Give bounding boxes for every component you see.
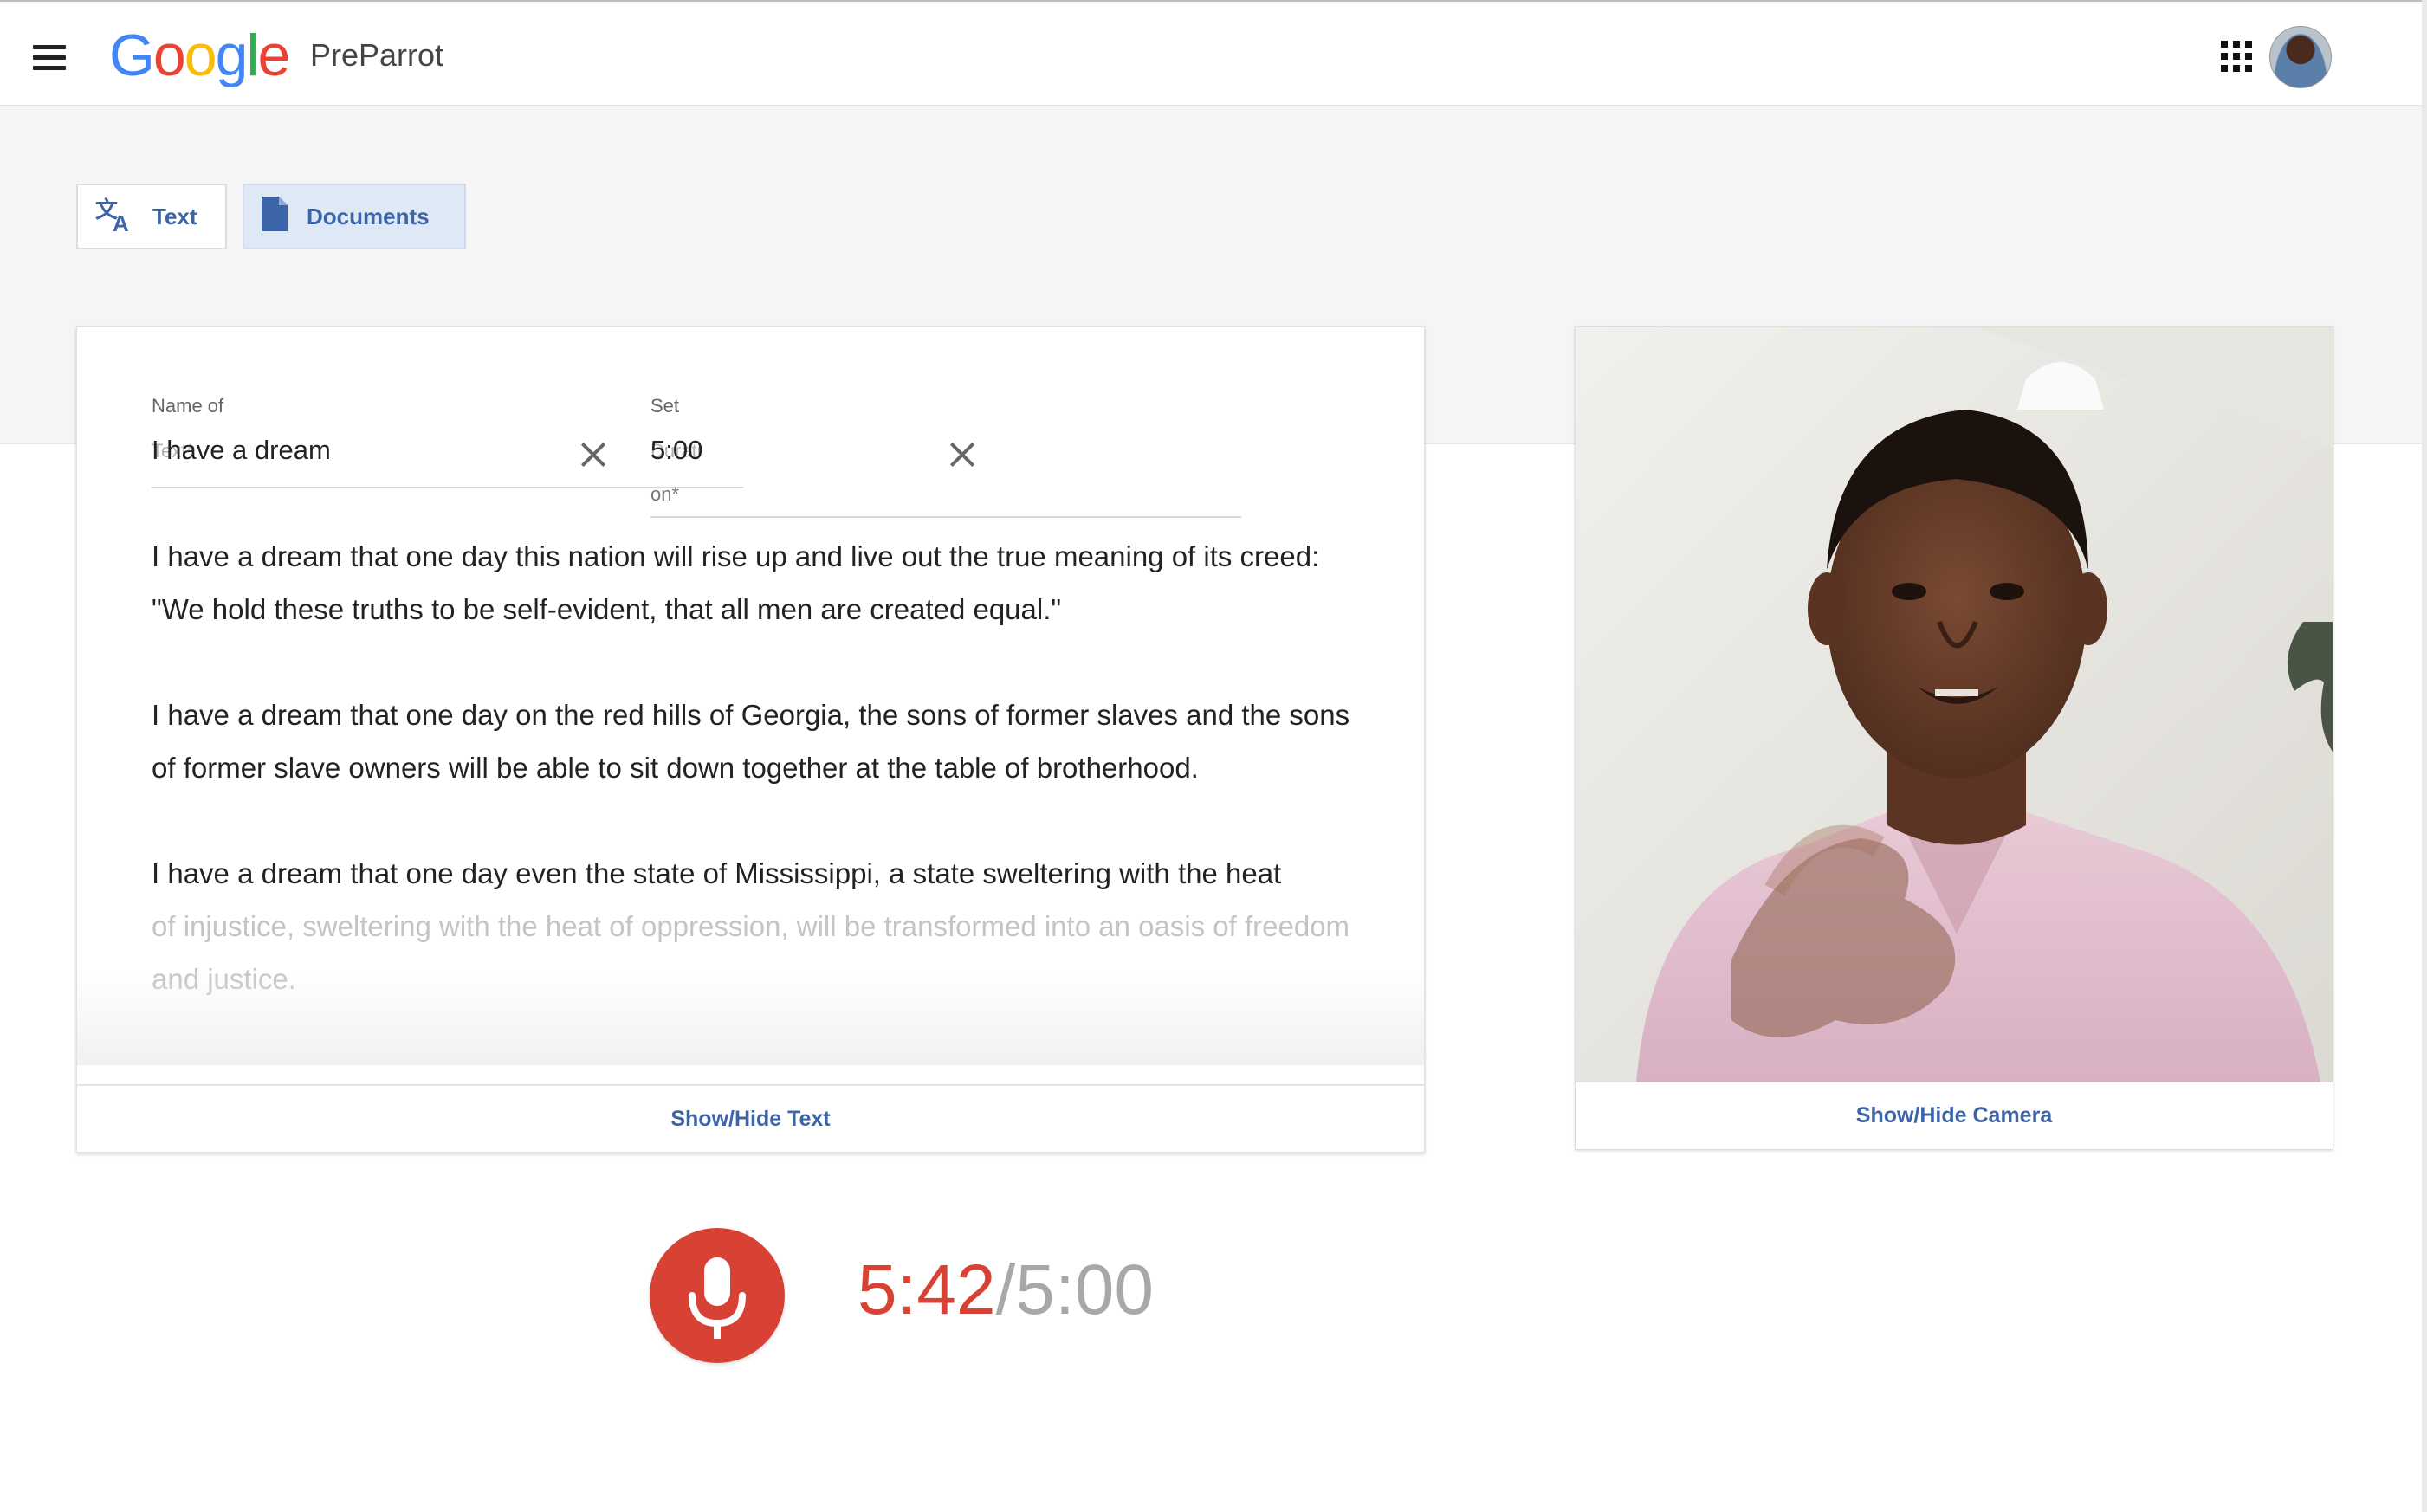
speech-paragraph: I have a dream that one day this nation … <box>152 540 1320 625</box>
timer-separator: / <box>995 1250 1016 1329</box>
duration-input[interactable]: 5:00 <box>650 435 702 466</box>
document-icon <box>260 195 289 239</box>
svg-text:A: A <box>113 210 129 233</box>
text-fade-gradient <box>77 968 1424 1065</box>
duration-field-label: Set <box>650 395 680 417</box>
clear-name-icon[interactable] <box>578 439 609 470</box>
elapsed-time: 5:42 <box>858 1250 996 1329</box>
duration-field-underline <box>650 516 1241 518</box>
translate-icon: 文 A <box>94 195 135 239</box>
speech-name-input[interactable]: I have a dream <box>152 435 331 466</box>
time-limit: 5:00 <box>1015 1250 1155 1329</box>
show-hide-camera-button[interactable]: Show/Hide Camera <box>1576 1082 2333 1149</box>
tab-text[interactable]: 文 A Text <box>76 184 227 249</box>
preparrot-app: Google PreParrot 文 A Text Documents Name… <box>0 0 2427 1512</box>
clear-duration-icon[interactable] <box>947 439 978 470</box>
camera-feed <box>1576 327 2333 1082</box>
tab-text-label: Text <box>152 203 197 229</box>
tab-documents-label: Documents <box>307 203 430 229</box>
google-logo: Google <box>109 23 290 88</box>
name-field-label: Name of <box>152 395 224 417</box>
show-hide-text-button[interactable]: Show/Hide Text <box>77 1084 1424 1152</box>
hamburger-menu-icon[interactable] <box>33 45 66 71</box>
camera-card: Show/Hide Camera <box>1575 326 2333 1150</box>
camera-feed-image <box>1576 327 2333 1082</box>
window-edge <box>2422 0 2427 1512</box>
recording-timer: 5:42/5:00 <box>858 1247 1154 1334</box>
app-name: PreParrot <box>310 37 444 73</box>
speech-paragraph: I have a dream that one day on the red h… <box>152 699 1350 784</box>
duration-field-sublabel-wrap: on* <box>650 483 680 505</box>
speech-paragraph: I have a dream that one day even the sta… <box>152 857 1282 889</box>
speech-text-card: Name of Text* I have a dream Set Durati … <box>76 326 1425 1153</box>
record-button[interactable] <box>650 1228 785 1363</box>
tab-documents[interactable]: Documents <box>243 184 466 249</box>
microphone-icon <box>689 1257 746 1339</box>
name-field-underline <box>152 487 720 488</box>
top-app-bar: Google PreParrot <box>0 0 2427 106</box>
apps-grid-icon[interactable] <box>2221 41 2252 72</box>
user-avatar[interactable] <box>2269 26 2332 88</box>
